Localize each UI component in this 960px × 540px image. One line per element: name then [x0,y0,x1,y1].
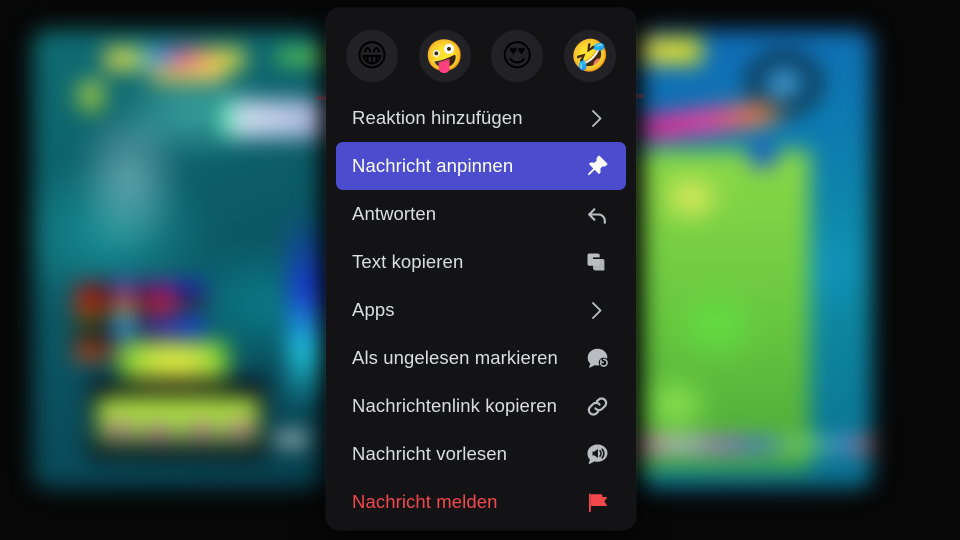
menu-item-apps[interactable]: Apps [336,286,626,334]
message-context-menu: 😁 🤪 😍 🤣 Reaktion hinzufügen Nachricht an… [326,8,636,530]
bg-right-glow [288,210,323,410]
bg-chat-overlay [219,100,323,138]
menu-item-label: Apps [352,299,395,320]
bg-white-tab [275,434,309,444]
chevron-right-icon [584,105,610,131]
bg-yellow-banner [642,38,702,64]
bg-green-foliage [640,150,810,470]
quick-reaction-bar: 😁 🤪 😍 🤣 [326,8,636,94]
link-icon [584,393,610,419]
reaction-emoji-glyph: 🤪 [425,37,464,74]
copy-icon [584,249,610,275]
chevron-right-icon [584,297,610,323]
context-menu-list: Reaktion hinzufügen Nachricht anpinnen A… [326,94,636,530]
bg-bottom-glow [97,398,259,450]
menu-item-pin-message[interactable]: Nachricht anpinnen [336,142,626,190]
speaker-bubble-icon [584,441,610,467]
bg-minimap [78,82,104,112]
bg-blue-marker [750,150,776,166]
menu-item-label: Nachricht melden [352,491,498,512]
bg-hud-top-bar [105,48,245,70]
flag-icon [584,489,610,515]
bg-hud-second-bar [151,68,225,82]
game-screen-right [640,30,872,488]
reaction-rofl[interactable]: 🤣 [563,30,616,82]
menu-item-label: Als ungelesen markieren [352,347,558,368]
menu-item-label: Reaktion hinzufügen [352,107,523,128]
reaction-emoji-glyph: 😍 [501,37,534,74]
menu-item-label: Nachrichtenlink kopieren [352,395,557,416]
reaction-emoji-glyph: 🤣 [570,37,610,74]
menu-item-mark-unread[interactable]: Als ungelesen markieren [336,334,626,382]
bg-bottom-strip [640,438,872,452]
reaction-grinning-squinting[interactable]: 😁 [346,30,398,82]
menu-item-report-message[interactable]: Nachricht melden [336,478,626,526]
menu-item-label: Antworten [352,203,437,224]
bg-pink-streak [640,98,791,142]
reaction-emoji-glyph: 😁 [355,37,389,74]
menu-item-add-reaction[interactable]: Reaktion hinzufügen [336,94,626,142]
mark-unread-icon [584,345,610,371]
reaction-zany-face[interactable]: 🤪 [418,30,471,82]
menu-item-read-aloud[interactable]: Nachricht vorlesen [336,430,626,478]
menu-item-reply[interactable]: Antworten [336,190,626,238]
pin-icon [584,153,610,179]
menu-item-label: Nachricht anpinnen [352,155,514,176]
bg-hud-right-bar [277,50,323,63]
menu-item-copy-text[interactable]: Text kopieren [336,238,626,286]
bg-cavern-shape [69,120,189,265]
menu-item-label: Nachricht vorlesen [352,443,508,464]
reaction-heart-eyes[interactable]: 😍 [491,30,544,82]
reply-arrow-icon [584,201,610,227]
game-screen-left [33,30,323,488]
menu-item-copy-message-link[interactable]: Nachrichtenlink kopieren [336,382,626,430]
menu-item-label: Text kopieren [352,251,464,272]
